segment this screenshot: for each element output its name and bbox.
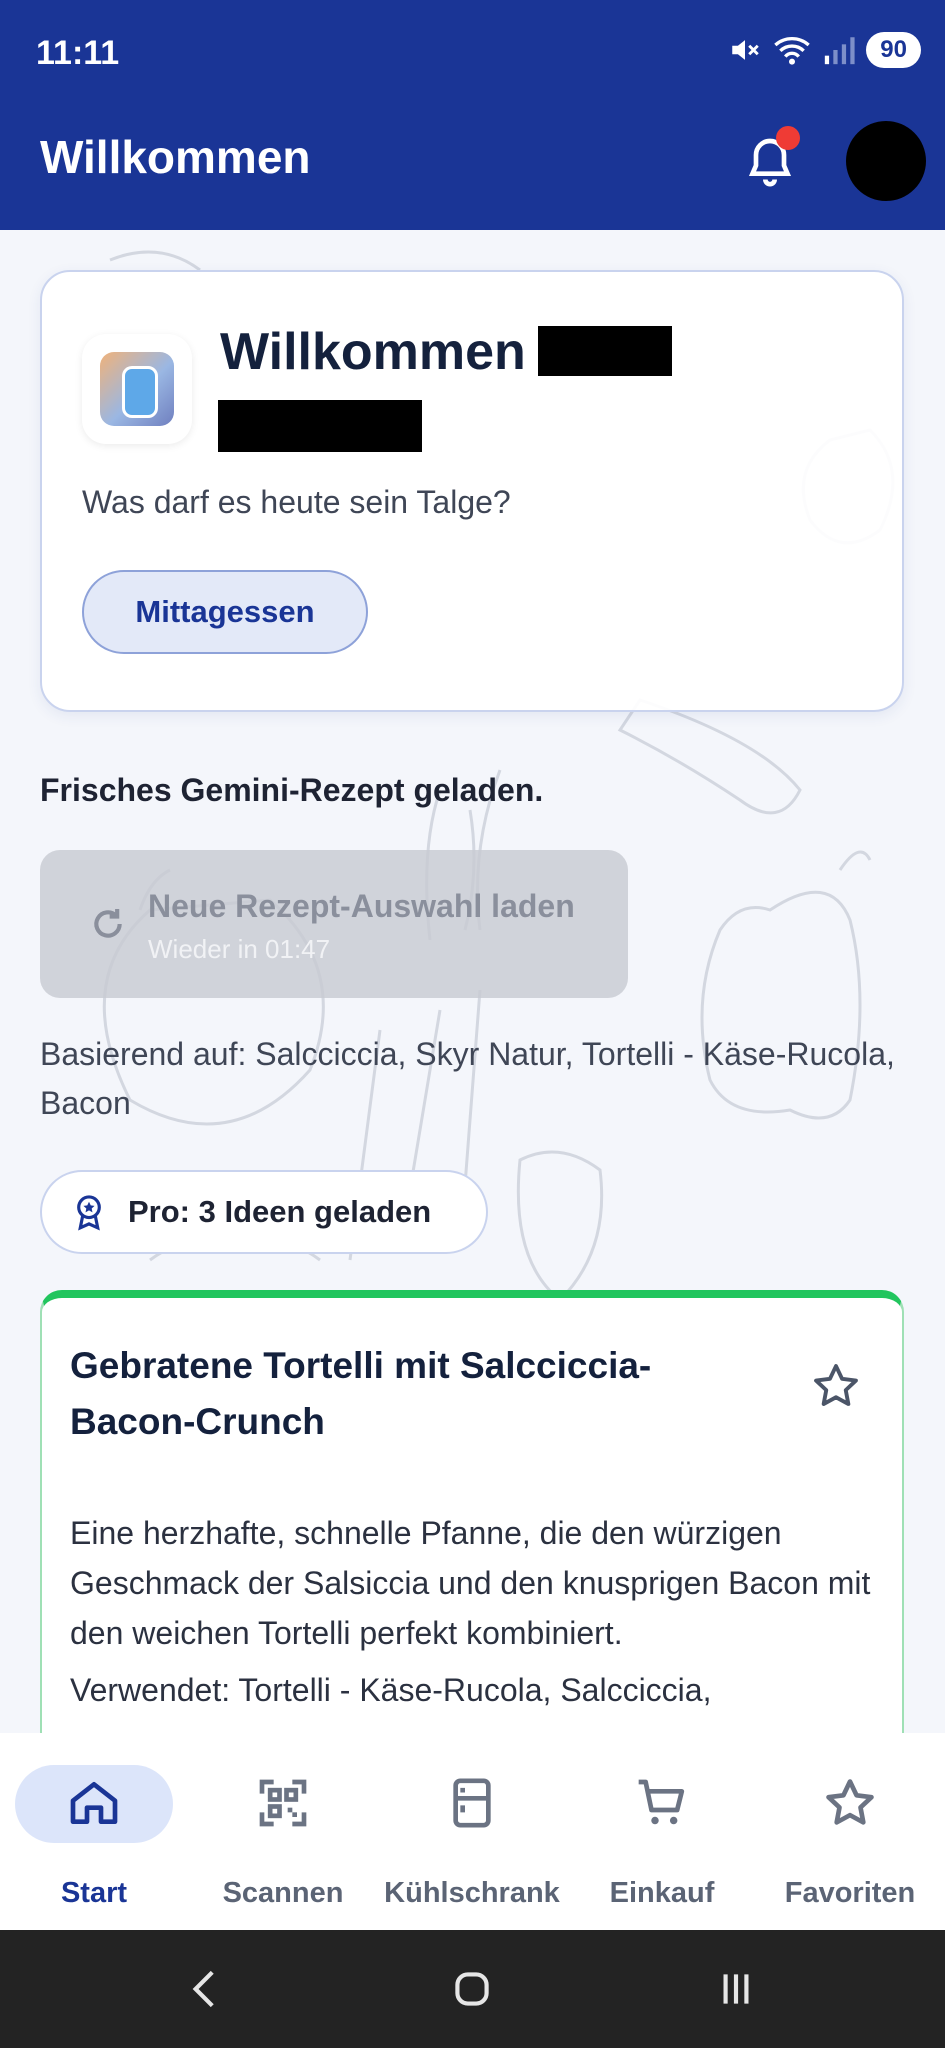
back-icon[interactable] [176, 1964, 236, 2014]
recipe-title: Gebratene Tortelli mit Salcciccia-Bacon-… [70, 1345, 652, 1442]
welcome-title: Willkommen [220, 323, 526, 381]
award-icon [77, 1195, 101, 1231]
based-on-ingredients: Basierend auf: Salcciccia, Skyr Natur, T… [40, 1036, 895, 1121]
reload-button-label: Neue Rezept-Auswahl laden [148, 888, 575, 924]
avatar[interactable] [846, 121, 926, 201]
nav-start[interactable]: Start [15, 1733, 173, 1930]
nav-scannen[interactable]: Scannen [203, 1733, 363, 1930]
recipe-status-text: Frisches Gemini-Rezept geladen. [40, 772, 544, 808]
nav-scannen-label: Scannen [222, 1877, 344, 1909]
top-app-bar: 11:11 90 Willkommen [0, 0, 945, 230]
welcome-card: Willkommen Was darf es heute sein Talge?… [40, 270, 904, 712]
home-button-icon[interactable] [442, 1964, 502, 2014]
favorite-star-icon[interactable] [810, 1360, 862, 1412]
recent-apps-icon[interactable] [706, 1964, 766, 2014]
pro-ideas-chip[interactable]: Pro: 3 Ideen geladen [40, 1170, 488, 1254]
reload-recipes-button[interactable]: Neue Rezept-Auswahl laden Wieder in 01:4… [40, 850, 628, 998]
nav-einkauf-label: Einkauf [609, 1877, 715, 1909]
system-navigation-bar [0, 1930, 945, 2048]
nav-favoriten-label: Favoriten [784, 1877, 916, 1909]
fridge-icon [453, 1778, 491, 1828]
qr-scan-icon [259, 1779, 307, 1827]
welcome-question: Was darf es heute sein Talge? [82, 484, 511, 520]
recipe-card[interactable]: Gebratene Tortelli mit Salcciccia-Bacon-… [40, 1290, 904, 1760]
nav-einkauf[interactable]: Einkauf [582, 1733, 742, 1930]
nav-kuehlschrank-label: Kühlschrank [384, 1877, 560, 1909]
refresh-icon [94, 909, 122, 938]
mute-icon [732, 40, 760, 60]
status-time: 11:11 [36, 34, 120, 72]
nav-start-label: Start [60, 1877, 128, 1909]
star-icon [826, 1779, 874, 1825]
nav-kuehlschrank[interactable]: Kühlschrank [382, 1733, 562, 1930]
battery-indicator: 90 [866, 32, 921, 68]
redacted-username [538, 326, 672, 376]
redacted-username-line2 [218, 400, 422, 452]
wifi-icon [774, 37, 811, 65]
recipe-description: Eine herzhafte, schnelle Pfanne, die den… [70, 1515, 871, 1651]
recipe-used-ingredients: Verwendet: Tortelli - Käse-Rucola, Salcc… [70, 1672, 712, 1708]
app-logo [82, 334, 192, 444]
page-title: Willkommen [40, 131, 311, 183]
nav-favoriten[interactable]: Favoriten [770, 1733, 930, 1930]
notification-badge [776, 126, 800, 150]
meal-type-chip[interactable]: Mittagessen [82, 570, 368, 654]
pro-ideas-label: Pro: 3 Ideen geladen [128, 1194, 432, 1229]
signal-icon [825, 37, 855, 65]
cart-icon [638, 1779, 685, 1825]
reload-countdown: Wieder in 01:47 [148, 934, 331, 964]
bottom-navigation: Start Scannen Kühlschrank Einkauf Favori… [0, 1733, 945, 1930]
home-icon [70, 1782, 118, 1824]
status-icons: 90 [728, 32, 921, 68]
